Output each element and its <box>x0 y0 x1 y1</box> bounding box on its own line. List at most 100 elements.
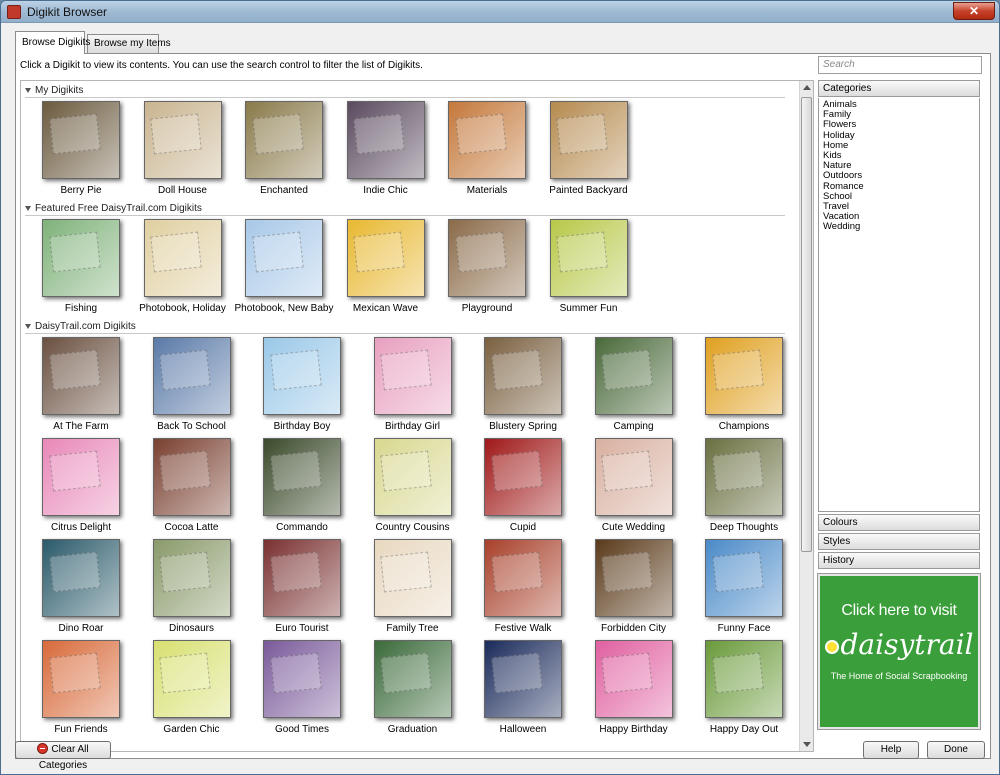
section-header[interactable]: My Digikits <box>25 85 785 99</box>
digikit-thumbnail[interactable] <box>143 219 222 297</box>
digikit-thumbnail[interactable] <box>42 337 120 415</box>
digikit-thumbnail[interactable] <box>484 539 562 617</box>
category-item[interactable]: Wedding <box>823 222 975 232</box>
digikit-tile[interactable]: Cute Wedding <box>584 438 684 533</box>
collapse-triangle-icon[interactable] <box>25 205 31 211</box>
digikit-tile[interactable]: Happy Day Out <box>694 640 794 735</box>
categories-header[interactable]: Categories <box>818 80 980 97</box>
digikit-thumbnail[interactable] <box>346 219 425 297</box>
digikit-tile[interactable]: Dino Roar <box>31 539 131 634</box>
title-bar[interactable]: Digikit Browser ✕ <box>1 1 999 23</box>
digikit-tile[interactable]: Doll House <box>133 101 233 196</box>
digikit-tile[interactable]: Festive Walk <box>473 539 573 634</box>
digikit-thumbnail[interactable] <box>152 539 231 617</box>
digikit-tile[interactable]: Berry Pie <box>31 101 131 196</box>
digikit-tile[interactable]: Garden Chic <box>142 640 242 735</box>
digikit-thumbnail[interactable] <box>373 539 452 617</box>
help-button[interactable]: Help <box>863 741 919 759</box>
collapse-triangle-icon[interactable] <box>25 87 31 93</box>
digikit-tile[interactable]: Champions <box>694 337 794 432</box>
scroll-up-icon[interactable] <box>803 85 811 90</box>
digikit-thumbnail[interactable] <box>42 640 120 718</box>
digikit-tile[interactable]: Mexican Wave <box>336 219 436 314</box>
digikit-thumbnail[interactable] <box>705 640 783 718</box>
digikit-thumbnail[interactable] <box>263 337 341 415</box>
digikit-thumbnail[interactable] <box>705 337 783 415</box>
digikit-thumbnail[interactable] <box>42 438 120 516</box>
digikit-tile[interactable]: Enchanted <box>234 101 334 196</box>
scrollbar-thumb[interactable] <box>801 97 812 552</box>
digikit-thumbnail[interactable] <box>143 101 222 179</box>
digikit-thumbnail[interactable] <box>594 640 673 718</box>
done-button[interactable]: Done <box>927 741 985 759</box>
digikit-thumbnail[interactable] <box>705 438 783 516</box>
digikit-tile[interactable]: Deep Thoughts <box>694 438 794 533</box>
digikit-tile[interactable]: Camping <box>584 337 684 432</box>
digikit-tile[interactable]: Back To School <box>142 337 242 432</box>
clear-all-categories-button[interactable]: Clear All Categories <box>15 741 111 771</box>
colours-header[interactable]: Colours <box>818 514 980 531</box>
digikit-thumbnail[interactable] <box>594 539 673 617</box>
digikit-thumbnail[interactable] <box>373 438 452 516</box>
digikit-tile[interactable]: Cupid <box>473 438 573 533</box>
digikit-tile[interactable]: Family Tree <box>363 539 463 634</box>
digikit-thumbnail[interactable] <box>42 539 120 617</box>
digikit-tile[interactable]: Fun Friends <box>31 640 131 735</box>
digikit-thumbnail[interactable] <box>594 438 673 516</box>
digikit-thumbnail[interactable] <box>245 101 323 179</box>
digikit-tile[interactable]: Photobook, New Baby <box>234 219 334 314</box>
digikit-tile[interactable]: Commando <box>252 438 352 533</box>
digikit-thumbnail[interactable] <box>549 101 628 179</box>
digikit-tile[interactable]: Cocoa Latte <box>142 438 242 533</box>
close-button[interactable]: ✕ <box>953 2 995 20</box>
digikit-thumbnail[interactable] <box>263 438 341 516</box>
digikit-thumbnail[interactable] <box>152 640 231 718</box>
digikit-thumbnail[interactable] <box>263 539 341 617</box>
digikit-thumbnail[interactable] <box>42 219 120 297</box>
daisytrail-banner[interactable]: Click here to visit daisytrail The Home … <box>817 573 981 730</box>
digikit-tile[interactable]: Blustery Spring <box>473 337 573 432</box>
digikit-thumbnail[interactable] <box>484 438 562 516</box>
digikit-tile[interactable]: At The Farm <box>31 337 131 432</box>
digikit-tile[interactable]: Dinosaurs <box>142 539 242 634</box>
digikit-thumbnail[interactable] <box>263 640 341 718</box>
digikit-thumbnail[interactable] <box>245 219 323 297</box>
digikit-thumbnail[interactable] <box>448 101 526 179</box>
digikit-tile[interactable]: Happy Birthday <box>584 640 684 735</box>
digikit-thumbnail[interactable] <box>152 337 231 415</box>
digikit-thumbnail[interactable] <box>594 337 673 415</box>
digikit-tile[interactable]: Citrus Delight <box>31 438 131 533</box>
history-header[interactable]: History <box>818 552 980 569</box>
digikit-tile[interactable]: Painted Backyard <box>539 101 639 196</box>
digikit-tile[interactable]: Halloween <box>473 640 573 735</box>
digikit-thumbnail[interactable] <box>346 101 425 179</box>
digikit-thumbnail[interactable] <box>484 337 562 415</box>
digikit-tile[interactable]: Birthday Boy <box>252 337 352 432</box>
digikit-tile[interactable]: Good Times <box>252 640 352 735</box>
digikit-thumbnail[interactable] <box>373 640 452 718</box>
collapse-triangle-icon[interactable] <box>25 323 31 329</box>
digikit-thumbnail[interactable] <box>705 539 783 617</box>
digikit-tile[interactable]: Materials <box>437 101 537 196</box>
gallery-scrollbar[interactable] <box>799 81 813 751</box>
digikit-tile[interactable]: Fishing <box>31 219 131 314</box>
digikit-thumbnail[interactable] <box>42 101 120 179</box>
digikit-thumbnail[interactable] <box>549 219 628 297</box>
digikit-tile[interactable]: Euro Tourist <box>252 539 352 634</box>
digikit-tile[interactable]: Country Cousins <box>363 438 463 533</box>
digikit-tile[interactable]: Playground <box>437 219 537 314</box>
digikit-thumbnail[interactable] <box>152 438 231 516</box>
digikit-tile[interactable]: Indie Chic <box>336 101 436 196</box>
section-header[interactable]: Featured Free DaisyTrail.com Digikits <box>25 203 785 217</box>
digikit-thumbnail[interactable] <box>448 219 526 297</box>
search-input[interactable]: Search <box>818 56 982 74</box>
tab-browse-my-items[interactable]: Browse my Items <box>87 34 171 53</box>
digikit-thumbnail[interactable] <box>373 337 452 415</box>
digikit-thumbnail[interactable] <box>484 640 562 718</box>
digikit-tile[interactable]: Forbidden City <box>584 539 684 634</box>
tab-browse-digikits[interactable]: Browse Digikits <box>15 31 90 54</box>
digikit-tile[interactable]: Photobook, Holiday <box>133 219 233 314</box>
digikit-tile[interactable]: Birthday Girl <box>363 337 463 432</box>
section-header[interactable]: DaisyTrail.com Digikits <box>25 321 785 335</box>
digikit-tile[interactable]: Funny Face <box>694 539 794 634</box>
